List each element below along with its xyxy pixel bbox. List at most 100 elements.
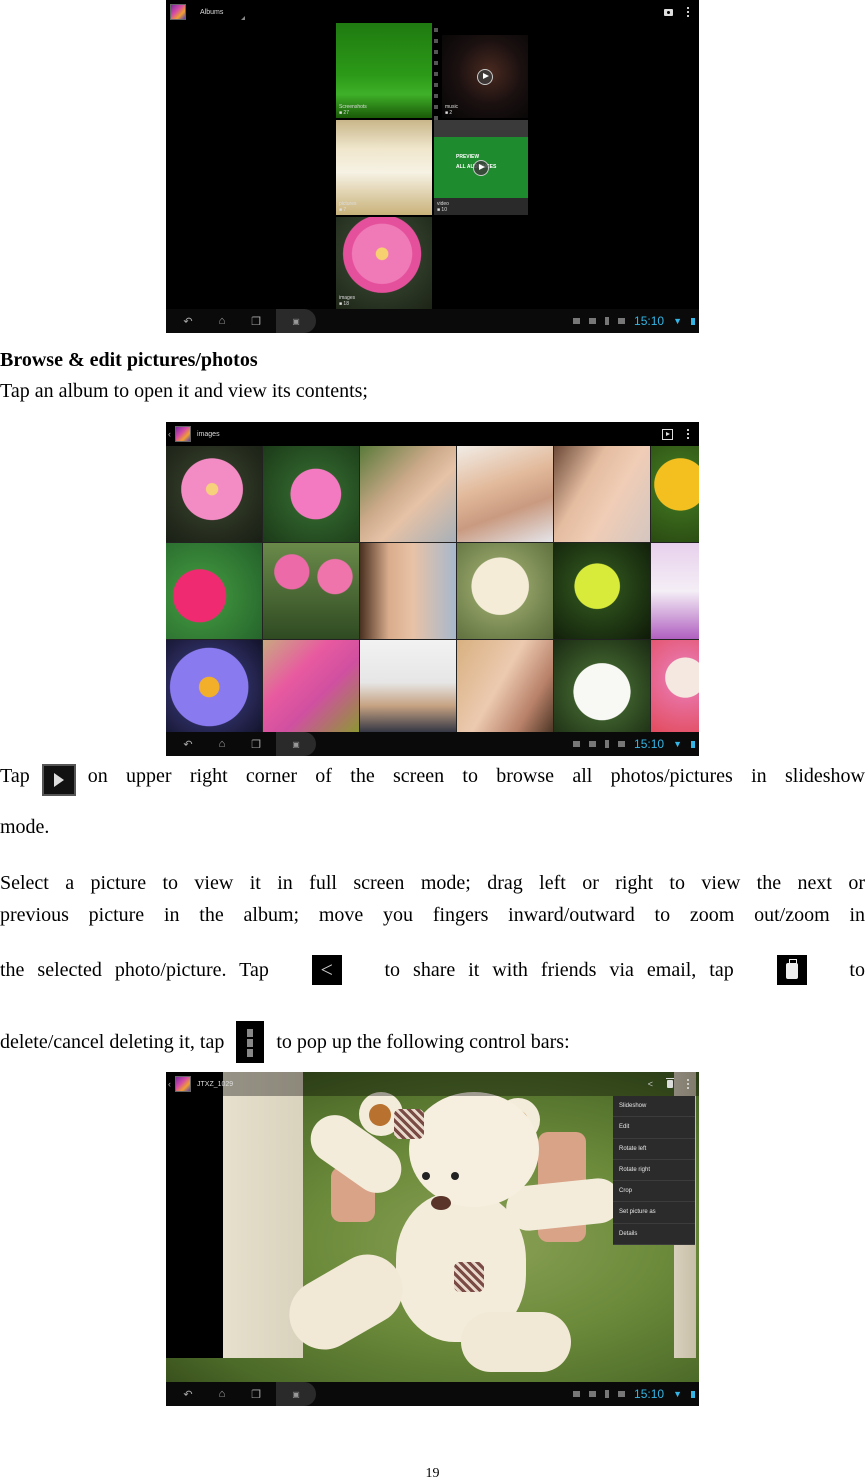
text-fragment: previous picture in the album; move you … [0,904,865,926]
text-fragment: Select a picture to view it in full scre… [0,872,865,894]
camera-icon[interactable] [664,8,673,16]
photo-region [394,1109,424,1139]
photo-thumbnail[interactable] [651,640,699,734]
wifi-icon: ▼ [673,739,682,749]
back-caret-icon[interactable]: ‹ [168,1079,174,1089]
action-bar-title[interactable]: Albums [200,9,223,16]
play-icon [473,159,489,176]
photo-thumbnail[interactable] [166,543,262,639]
photo-thumbnail[interactable] [554,543,650,639]
battery-icon [691,317,695,325]
photo-thumbnail[interactable] [457,543,553,639]
photo-thumbnail[interactable] [360,543,456,639]
menu-item-edit[interactable]: Edit [613,1117,695,1139]
screenshot-key-icon[interactable]: ▣ [276,732,316,756]
photo-thumbnail[interactable] [554,640,650,734]
gallery-app-icon[interactable] [170,4,186,20]
photo-thumbnail[interactable] [263,543,359,639]
mail-notification-icon [589,741,597,747]
back-icon[interactable]: ↶ [176,1388,200,1401]
paragraph-select-line-1: Select a picture to view it in full scre… [0,871,865,895]
album-images[interactable]: images ■ 18 [336,217,432,309]
photo-grid [166,446,699,734]
album-music[interactable]: music ■ 2 [442,35,528,118]
action-bar-title: images [197,430,220,438]
menu-item-rotate-left[interactable]: Rotate left [613,1139,695,1160]
photo-thumbnail[interactable] [457,446,553,542]
album-pictures[interactable]: pictures ■ 7 [336,120,432,215]
menu-item-details[interactable]: Details [613,1224,695,1246]
photo-thumbnail[interactable] [263,446,359,542]
usb-icon [605,740,610,748]
menu-item-set-picture-as[interactable]: Set picture as [613,1202,695,1224]
screenshot-key-icon[interactable]: ▣ [276,309,316,333]
photo-region [451,1172,459,1180]
menu-item-slideshow[interactable]: Slideshow [613,1096,695,1118]
photo-thumbnail[interactable] [166,640,262,734]
home-icon[interactable]: ⌂ [210,315,234,327]
gallery-app-icon[interactable] [175,1076,191,1092]
gallery-app-icon[interactable] [175,426,191,442]
back-icon[interactable]: ↶ [176,315,200,328]
photo-region [166,1072,223,1358]
paragraph-slideshow-end: mode. [0,816,50,838]
paragraph-open-album: Tap an album to open it and view its con… [0,380,368,402]
clock: 15:10 [634,1387,665,1401]
photo-region [461,1312,571,1372]
home-icon[interactable]: ⌂ [210,738,234,750]
action-bar: ‹ images [166,422,699,446]
photo-region [409,1092,539,1207]
screenshot-key-icon[interactable]: ▣ [276,1382,316,1406]
recent-apps-icon[interactable]: ❐ [244,1388,268,1401]
slideshow-icon [41,764,76,796]
photo-thumbnail[interactable] [360,640,456,734]
back-caret-icon[interactable]: ‹ [168,429,174,439]
battery-icon [691,1390,695,1398]
photo-thumbnail[interactable] [166,446,262,542]
album-screenshots[interactable]: Screenshots ■ 27 [336,23,432,118]
home-icon[interactable]: ⌂ [210,1388,234,1400]
overflow-menu: Slideshow Edit Rotate left Rotate right … [613,1096,695,1246]
page-number: 19 [425,1466,440,1481]
recent-apps-icon[interactable]: ❐ [244,738,268,751]
download-icon [618,318,626,324]
photo-thumbnail[interactable] [651,446,699,542]
photo-thumbnail[interactable] [554,446,650,542]
overflow-menu-icon [236,1021,265,1063]
text-fragment: to [849,959,865,981]
play-icon [477,68,493,85]
album-count: ■ 2 [445,110,453,116]
menu-item-rotate-right[interactable]: Rotate right [613,1160,695,1182]
battery-icon [691,740,695,748]
slideshow-icon[interactable] [662,428,673,440]
action-bar: Albums [166,0,699,24]
text-fragment: on upper right corner of the screen to b… [87,765,865,787]
paragraph-overflow: delete/cancel deleting it, tap to pop up… [0,1021,570,1063]
gallery-notification-icon [573,741,581,747]
photo-thumbnail[interactable] [360,446,456,542]
share-icon[interactable]: < [648,1079,653,1089]
usb-icon [605,317,610,325]
gallery-notification-icon [573,318,581,324]
overflow-menu-icon[interactable] [687,1079,689,1089]
album-count: ■ 27 [339,110,349,116]
photo-thumbnail[interactable] [651,543,699,639]
mail-notification-icon [589,1391,597,1397]
usb-icon [605,1390,610,1398]
trash-icon [776,955,807,985]
paragraph-select-line-2: previous picture in the album; move you … [0,903,865,927]
menu-item-crop[interactable]: Crop [613,1181,695,1203]
photo-thumbnail[interactable] [457,640,553,734]
images-grid-screenshot: ‹ images ↶ ⌂ ❐ ▣ 15:10 ▼ [166,422,699,756]
download-icon [618,1391,626,1397]
photo-thumbnail[interactable] [263,640,359,734]
trash-icon[interactable] [666,1078,674,1088]
text-fragment: the selected photo/picture. Tap [0,959,269,981]
album-video[interactable]: PREVIEW ALL AUDIENCES video ■ 10 [434,120,528,215]
recent-apps-icon[interactable]: ❐ [244,315,268,328]
overflow-menu-icon[interactable] [687,429,689,439]
back-icon[interactable]: ↶ [176,738,200,751]
overflow-menu-icon[interactable] [687,7,689,17]
download-icon [618,741,626,747]
gallery-notification-icon [573,1391,581,1397]
